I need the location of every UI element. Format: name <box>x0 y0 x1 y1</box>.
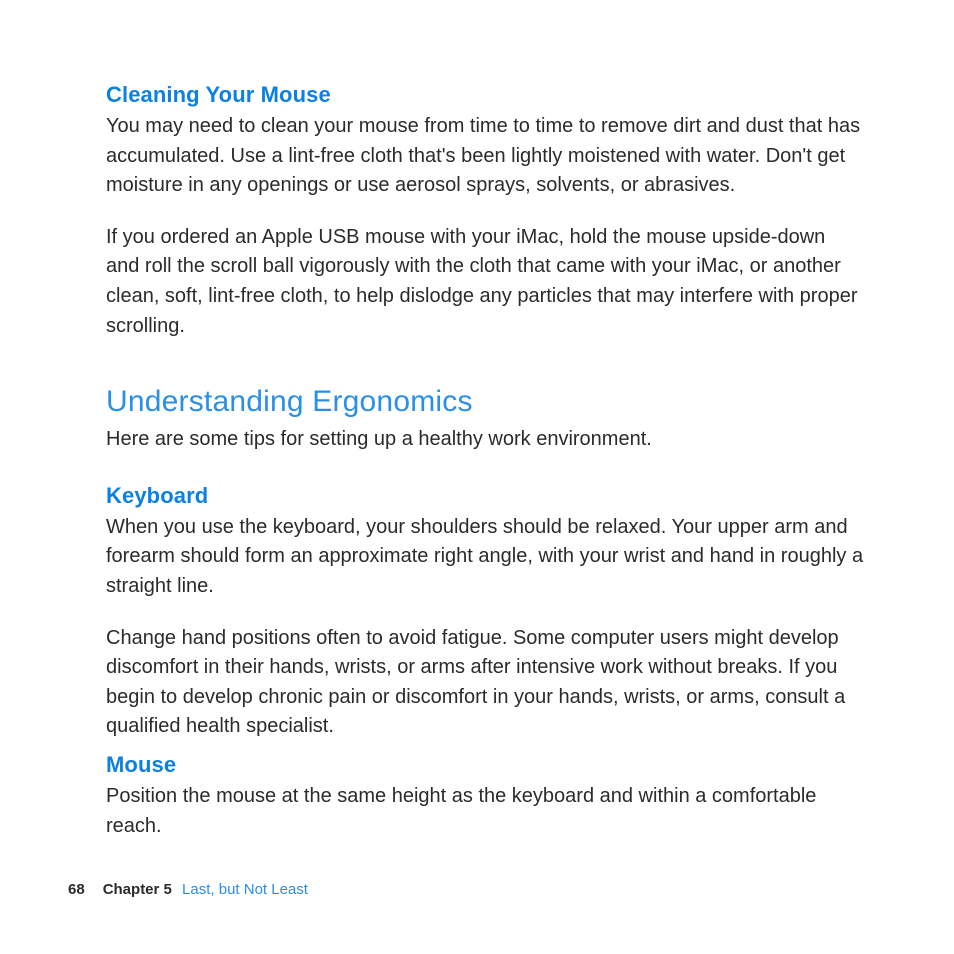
footer-chapter: Chapter 5 Last, but Not Least <box>103 881 308 898</box>
chapter-label: Chapter 5 <box>103 881 172 898</box>
paragraph-text: Position the mouse at the same height as… <box>106 782 864 841</box>
heading-understanding-ergonomics: Understanding Ergonomics <box>106 385 864 419</box>
section-keyboard: Keyboard When you use the keyboard, your… <box>106 483 864 742</box>
paragraph-text: If you ordered an Apple USB mouse with y… <box>106 223 864 341</box>
paragraph-text: When you use the keyboard, your shoulder… <box>106 513 864 602</box>
heading-cleaning-mouse: Cleaning Your Mouse <box>106 82 864 108</box>
paragraph-text: Here are some tips for setting up a heal… <box>106 425 864 455</box>
paragraph-text: Change hand positions often to avoid fat… <box>106 624 864 742</box>
heading-mouse: Mouse <box>106 752 864 778</box>
heading-keyboard: Keyboard <box>106 483 864 509</box>
page-number: 68 <box>68 881 85 898</box>
document-page: Cleaning Your Mouse You may need to clea… <box>0 0 954 954</box>
page-footer: 68 Chapter 5 Last, but Not Least <box>68 881 308 898</box>
chapter-title: Last, but Not Least <box>182 881 308 898</box>
paragraph-text: You may need to clean your mouse from ti… <box>106 112 864 201</box>
section-mouse: Mouse Position the mouse at the same hei… <box>106 752 864 841</box>
section-cleaning-mouse: Cleaning Your Mouse You may need to clea… <box>106 82 864 341</box>
